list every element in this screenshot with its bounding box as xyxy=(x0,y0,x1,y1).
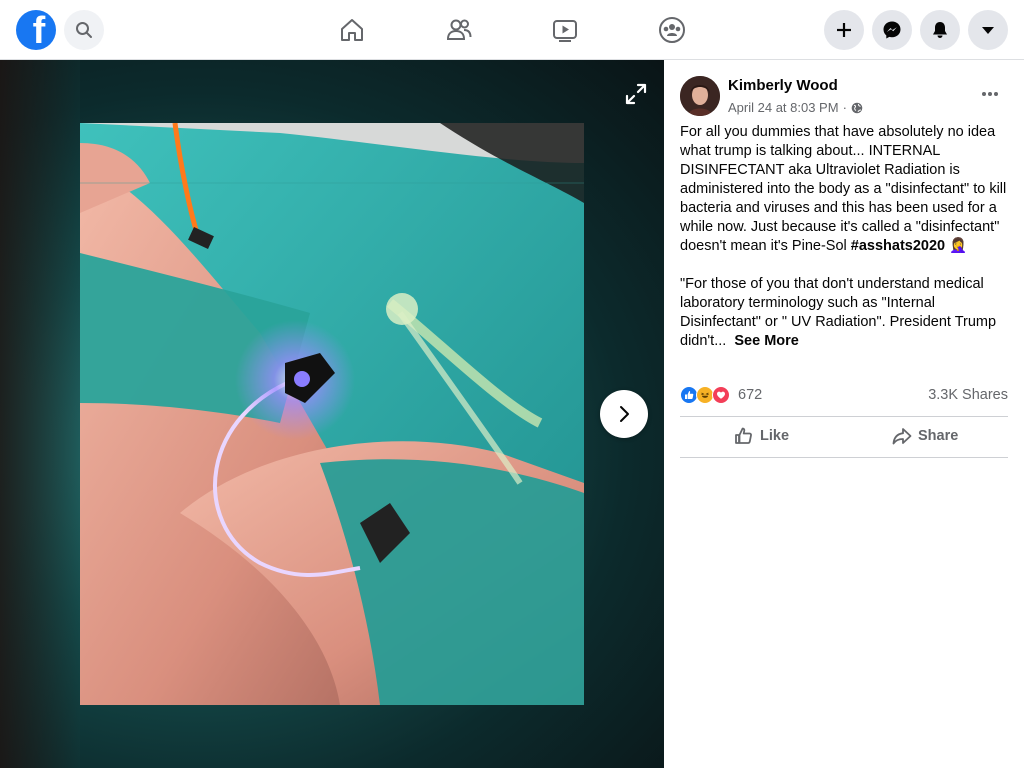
search-button[interactable] xyxy=(64,10,104,50)
search-icon xyxy=(76,22,92,38)
divider-top xyxy=(680,416,1008,417)
nav-watch[interactable] xyxy=(545,10,585,50)
post-paragraph-2: "For those of you that don't understand … xyxy=(680,275,1010,351)
post-timestamp[interactable]: April 24 at 8:03 PM xyxy=(728,100,839,115)
next-photo-button[interactable] xyxy=(600,390,648,438)
post-photo[interactable] xyxy=(80,123,584,705)
logo-letter: f xyxy=(32,10,46,50)
like-button[interactable]: Like xyxy=(734,422,789,450)
post-options-button[interactable] xyxy=(974,78,1006,110)
nav-home[interactable] xyxy=(332,10,372,50)
thumbs-up-icon xyxy=(735,427,752,444)
watch-icon xyxy=(553,20,577,42)
create-button[interactable] xyxy=(824,10,864,50)
fullscreen-button[interactable] xyxy=(616,74,656,114)
account-menu-button[interactable] xyxy=(968,10,1008,50)
facepalm-emoji: 🤦‍♀️ xyxy=(949,238,968,254)
post-text-1: For all you dummies that have absolutely… xyxy=(680,124,1007,254)
messenger-button[interactable] xyxy=(872,10,912,50)
post-text-2: "For those of you that don't understand … xyxy=(680,276,997,349)
nav-friends[interactable] xyxy=(439,10,479,50)
author-avatar[interactable] xyxy=(680,76,720,116)
create-icon xyxy=(837,23,851,37)
chevron-right-icon xyxy=(620,406,629,422)
love-icon xyxy=(712,386,730,404)
author-name[interactable]: Kimberly Wood xyxy=(728,77,838,94)
messenger-icon xyxy=(883,21,901,39)
more-options-icon xyxy=(982,92,998,96)
hashtag-link[interactable]: #asshats2020 xyxy=(851,238,945,254)
share-button[interactable]: Share xyxy=(892,422,958,450)
see-more-link[interactable]: See More xyxy=(734,333,798,349)
share-label: Share xyxy=(918,428,959,444)
facebook-logo[interactable]: f xyxy=(16,10,56,50)
post-body: For all you dummies that have absolutely… xyxy=(680,123,1010,370)
globe-icon xyxy=(851,102,863,113)
post-meta: April 24 at 8:03 PM · xyxy=(728,100,863,115)
share-icon xyxy=(892,428,912,445)
like-label: Like xyxy=(760,428,790,444)
notifications-icon xyxy=(933,22,947,38)
divider-bottom xyxy=(680,457,1008,458)
photo-viewer xyxy=(0,60,664,768)
avatar-image xyxy=(680,76,720,116)
meta-separator: · xyxy=(842,100,847,115)
share-count[interactable]: 3.3K Shares xyxy=(928,387,1008,403)
post-paragraph-1: For all you dummies that have absolutely… xyxy=(680,123,1010,256)
expand-icon xyxy=(625,83,647,105)
reactions-summary[interactable]: 672 xyxy=(680,386,762,404)
friends-icon xyxy=(446,19,472,40)
blur-edge xyxy=(0,60,80,768)
home-icon xyxy=(341,19,363,41)
post-details-panel: Kimberly Wood April 24 at 8:03 PM · For … xyxy=(664,60,1024,768)
reaction-count: 672 xyxy=(738,387,763,403)
account-menu-icon xyxy=(982,27,994,34)
groups-icon xyxy=(659,17,685,43)
top-navigation-bar: f xyxy=(0,0,1024,60)
photo-illustration xyxy=(80,123,584,705)
notifications-button[interactable] xyxy=(920,10,960,50)
nav-groups[interactable] xyxy=(652,10,692,50)
